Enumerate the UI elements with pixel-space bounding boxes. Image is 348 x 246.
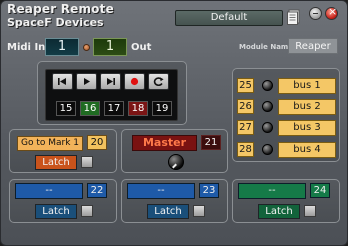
preset-dropdown[interactable]: Default <box>175 10 283 26</box>
track-22-name[interactable]: -- <box>15 183 83 199</box>
track-23-latch-button[interactable]: Latch <box>147 204 189 219</box>
track-button-16[interactable]: 16 <box>80 101 100 116</box>
master-knob[interactable] <box>168 154 184 170</box>
forward-icon <box>107 78 115 85</box>
bus-4-knob[interactable] <box>262 144 273 155</box>
track-24-latch-button[interactable]: Latch <box>258 204 300 219</box>
bus-1-number: 25 <box>237 78 254 93</box>
master-number: 21 <box>201 135 221 150</box>
marker-latch-button[interactable]: Latch <box>35 155 77 170</box>
track-22-number: 22 <box>87 183 107 198</box>
midi-out-field[interactable]: 1 <box>93 38 127 56</box>
bus-3-button[interactable]: bus 3 <box>278 120 336 136</box>
loop-button[interactable] <box>148 73 169 90</box>
track-button-17[interactable]: 17 <box>104 101 124 116</box>
midi-out-label: Out <box>131 42 152 53</box>
close-icon[interactable] <box>325 5 338 20</box>
track-24-name[interactable]: -- <box>238 183 306 199</box>
reaper-remote-window: Reaper Remote SpaceF Devices Default Mid… <box>0 0 348 246</box>
bus-4-number: 28 <box>237 142 254 157</box>
track-24-latch-checkbox[interactable] <box>304 205 316 217</box>
forward-button[interactable] <box>100 73 121 90</box>
track-24-number: 24 <box>310 183 330 198</box>
midi-in-label: Midi In <box>7 42 46 53</box>
bus-3-knob[interactable] <box>262 122 273 133</box>
bus-2-button[interactable]: bus 2 <box>278 99 336 115</box>
rewind-icon <box>58 78 66 85</box>
loop-icon <box>153 77 164 86</box>
track-22-latch-button[interactable]: Latch <box>35 204 77 219</box>
bus-2-number: 26 <box>237 99 254 114</box>
transport-controls: 15 16 17 18 19 <box>45 69 178 121</box>
bus-1-button[interactable]: bus 1 <box>278 78 336 94</box>
marker-number: 20 <box>87 135 107 150</box>
document-icon[interactable] <box>287 9 301 25</box>
master-button[interactable]: Master <box>132 135 197 151</box>
track-button-18[interactable]: 18 <box>128 101 148 116</box>
track-23-name[interactable]: -- <box>127 183 195 199</box>
rewind-button[interactable] <box>52 73 73 90</box>
record-icon <box>130 77 139 86</box>
record-button[interactable] <box>124 73 145 90</box>
go-to-mark-button[interactable]: Go to Mark 1 <box>17 136 83 151</box>
marker-latch-checkbox[interactable] <box>81 156 93 168</box>
track-23-latch-checkbox[interactable] <box>193 205 205 217</box>
track-23-number: 23 <box>199 183 219 198</box>
module-name-label: Module Name <box>239 43 293 51</box>
minimize-icon[interactable] <box>309 7 322 20</box>
app-subtitle: SpaceF Devices <box>7 16 104 29</box>
bus-1-knob[interactable] <box>262 80 273 91</box>
bus-2-knob[interactable] <box>262 101 273 112</box>
bus-4-button[interactable]: bus 4 <box>278 142 336 158</box>
bus-3-number: 27 <box>237 120 254 135</box>
track-button-15[interactable]: 15 <box>56 101 76 116</box>
midi-status-led <box>83 44 90 51</box>
midi-in-field[interactable]: 1 <box>45 38 79 56</box>
track-button-19[interactable]: 19 <box>152 101 172 116</box>
module-name-field[interactable]: Reaper <box>288 38 338 54</box>
track-22-latch-checkbox[interactable] <box>81 205 93 217</box>
app-title: Reaper Remote <box>7 2 114 16</box>
play-icon <box>84 78 90 85</box>
play-button[interactable] <box>76 73 97 90</box>
